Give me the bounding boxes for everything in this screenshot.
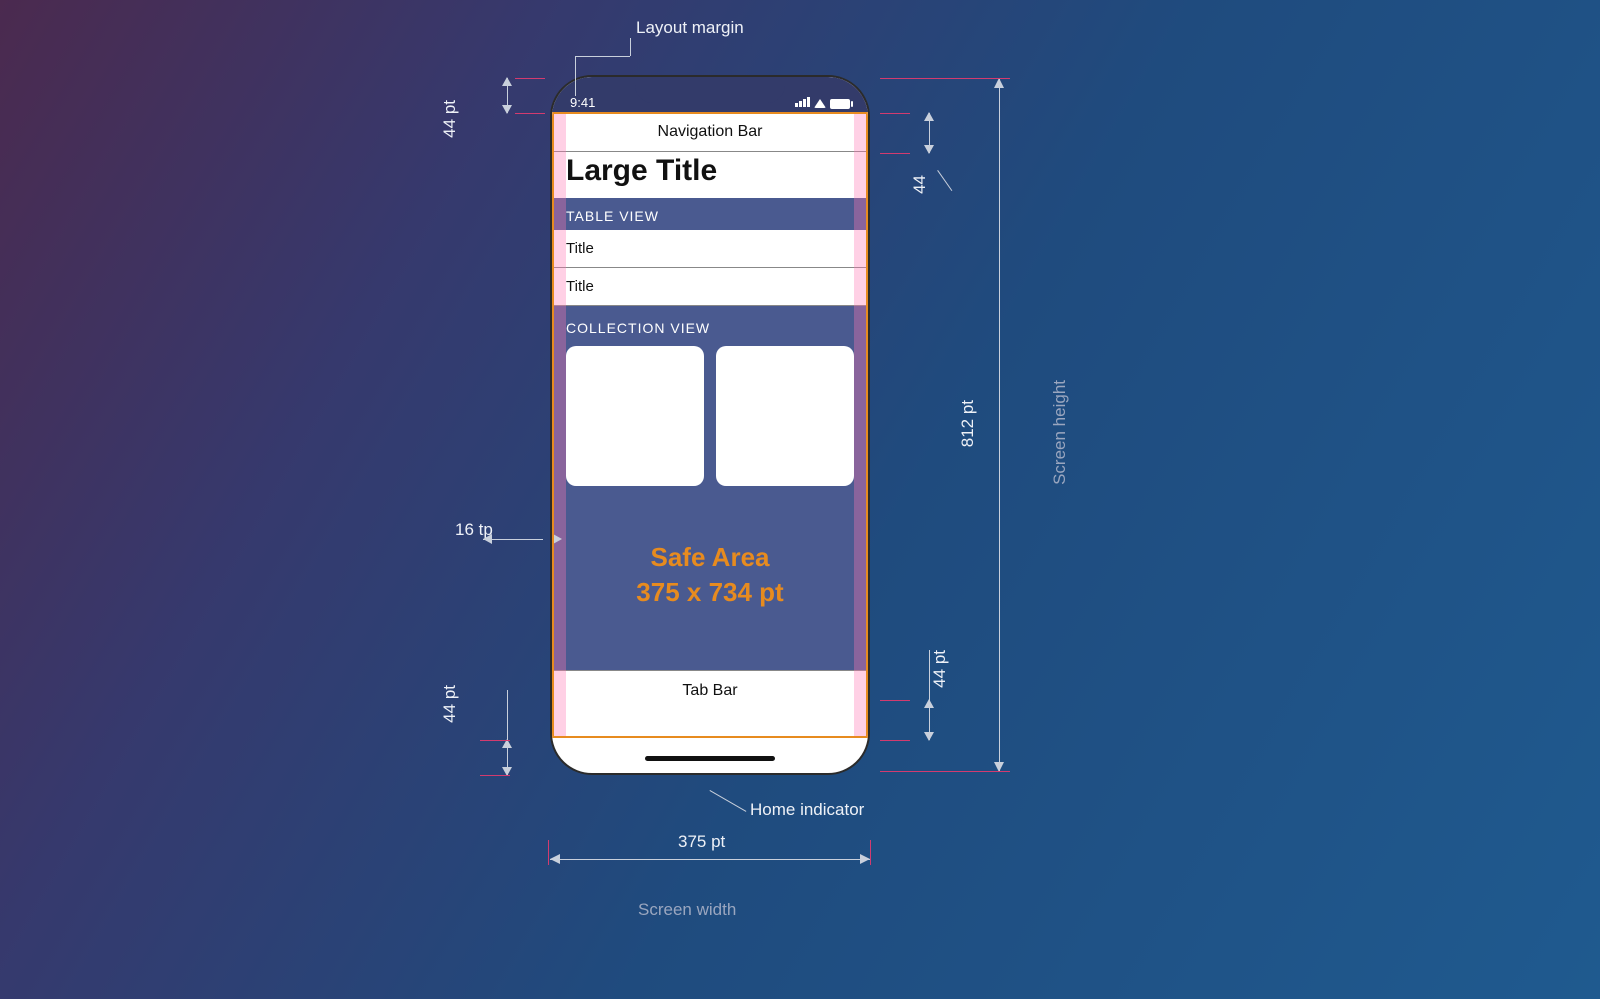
dim-screen-width xyxy=(550,850,870,870)
callout-layout-margin: Layout margin xyxy=(636,18,744,38)
dim-homeind-label: 44 pt xyxy=(440,685,460,723)
leader-line xyxy=(937,170,952,191)
dim-tick xyxy=(880,113,910,114)
home-indicator xyxy=(645,756,775,761)
battery-icon xyxy=(830,99,850,109)
dim-tabbar xyxy=(920,700,940,740)
callout-home-indicator: Home indicator xyxy=(750,800,864,820)
tableview-header: TABLE VIEW xyxy=(552,198,868,230)
callout-screen-width: Screen width xyxy=(638,900,736,920)
dim-height-label: 812 pt xyxy=(958,400,978,447)
dim-tick xyxy=(880,78,1010,79)
leader-line xyxy=(710,790,747,812)
tab-bar-label: Tab Bar xyxy=(682,682,737,700)
navigation-bar-label: Navigation Bar xyxy=(658,123,763,141)
large-title: Large Title xyxy=(552,152,868,198)
dim-homeindicator xyxy=(498,740,518,775)
wifi-icon xyxy=(814,99,826,108)
dim-statusbar-label: 44 pt xyxy=(440,100,460,138)
device-notch xyxy=(635,77,785,103)
dim-tick xyxy=(870,840,871,865)
status-time: 9:41 xyxy=(570,95,595,110)
collection-view: COLLECTION VIEW xyxy=(552,306,868,500)
diagram-stage: 9:41 Navigation Bar Large Title TABLE VI… xyxy=(0,0,1600,999)
table-row: Title xyxy=(552,268,868,306)
dim-tick xyxy=(880,700,910,701)
tab-bar: Tab Bar xyxy=(552,670,868,710)
dim-statusbar xyxy=(498,78,518,113)
dim-screen-height xyxy=(990,78,1010,772)
safe-area-caption-line2: 375 x 734 pt xyxy=(562,575,858,610)
dim-navbar-label: 44 xyxy=(910,175,930,194)
callout-screen-height: Screen height xyxy=(1050,380,1070,485)
table-row: Title xyxy=(552,230,868,268)
dim-tick xyxy=(880,740,910,741)
dim-tick xyxy=(548,840,549,865)
dim-tick xyxy=(515,78,545,79)
dim-sidemargin xyxy=(483,530,573,550)
dim-tick xyxy=(880,771,1010,772)
collection-card xyxy=(716,346,854,486)
signal-icon xyxy=(794,97,810,110)
leader-line xyxy=(575,56,630,57)
navigation-bar: Navigation Bar xyxy=(552,112,868,152)
dim-tick xyxy=(515,113,545,114)
leader-line xyxy=(575,56,576,96)
status-icons xyxy=(794,97,850,110)
collection-header: COLLECTION VIEW xyxy=(566,306,854,346)
dim-width-label: 375 pt xyxy=(678,832,725,852)
dim-tabbar-label: 44 pt xyxy=(930,650,950,688)
dim-tick xyxy=(880,153,910,154)
safe-area-caption: Safe Area 375 x 734 pt xyxy=(552,500,868,670)
dim-tick xyxy=(480,740,510,741)
safe-area-caption-line1: Safe Area xyxy=(562,540,858,575)
leader-line xyxy=(630,38,631,56)
dim-navbar xyxy=(920,113,940,153)
phone-frame: 9:41 Navigation Bar Large Title TABLE VI… xyxy=(550,75,870,775)
collection-card xyxy=(566,346,704,486)
dim-tick xyxy=(480,775,510,776)
